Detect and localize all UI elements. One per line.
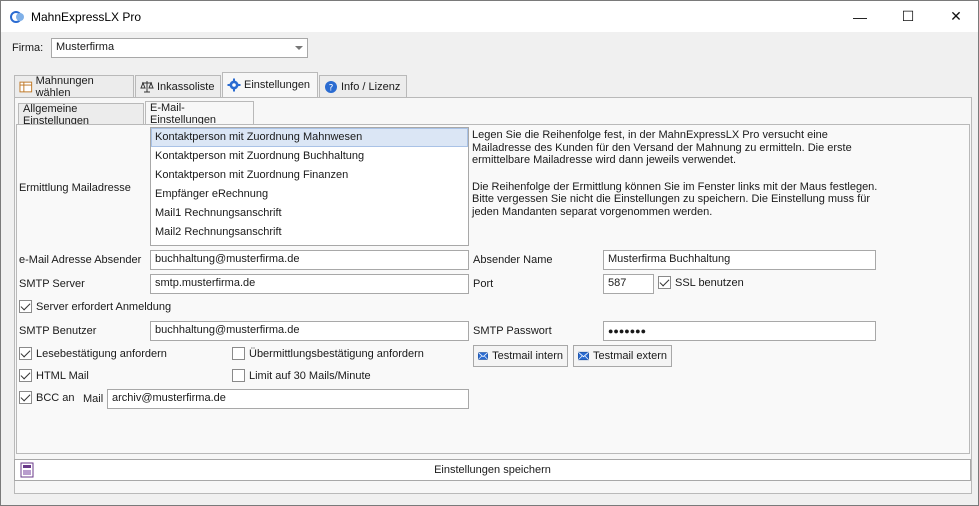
smtp-user-input[interactable]: buchhaltung@musterfirma.de <box>150 321 469 341</box>
html-mail-label: HTML Mail <box>36 369 89 382</box>
info-paragraph-2: Die Reihenfolge der Ermittlung können Si… <box>472 180 878 218</box>
firma-value: Musterfirma <box>56 41 115 53</box>
bcc-mail-input[interactable]: archiv@musterfirma.de <box>107 389 469 409</box>
port-label: Port <box>473 278 494 290</box>
list-item[interactable]: Kontaktperson mit Zuordnung Finanzen <box>151 166 468 185</box>
save-settings-label: Einstellungen speichern <box>434 464 551 476</box>
ermittlung-info-text: Legen Sie die Reihenfolge fest, in der M… <box>472 129 882 232</box>
html-mail-checkbox[interactable]: HTML Mail <box>19 369 89 382</box>
subtab-allgemein-label: Allgemeine Einstellungen <box>23 102 90 127</box>
uebermittlung-label: Übermittlungsbestätigung anfordern <box>249 347 424 360</box>
list-item[interactable]: Empfänger eRechnung <box>151 185 468 204</box>
limit-checkbox-box[interactable] <box>232 369 245 382</box>
limit-checkbox[interactable]: Limit auf 30 Mails/Minute <box>232 369 371 382</box>
save-settings-button[interactable]: Einstellungen speichern <box>14 459 971 481</box>
mailadresse-order-list[interactable]: Kontaktperson mit Zuordnung Mahnwesen Ko… <box>150 127 469 246</box>
uebermittlung-checkbox[interactable]: Übermittlungsbestätigung anfordern <box>232 347 424 360</box>
absender-email-input[interactable]: buchhaltung@musterfirma.de <box>150 250 469 270</box>
smtp-password-input[interactable]: ●●●●●●● <box>603 321 876 341</box>
title-bar: MahnExpressLX Pro — ☐ ✕ <box>1 1 978 32</box>
smtp-server-input[interactable]: smtp.musterfirma.de <box>150 274 469 294</box>
tab-einstellungen[interactable]: Einstellungen <box>222 72 318 97</box>
anmeldung-checkbox-label: Server erfordert Anmeldung <box>36 300 172 313</box>
minimize-button[interactable]: — <box>837 1 883 32</box>
gear-icon <box>227 78 241 92</box>
testmail-extern-label: Testmail extern <box>593 350 667 362</box>
mail-icon <box>478 352 489 360</box>
bcc-checkbox[interactable]: BCC an <box>19 391 75 404</box>
uebermittlung-checkbox-box[interactable] <box>232 347 245 360</box>
testmail-intern-label: Testmail intern <box>492 350 563 362</box>
bcc-mail-label: Mail <box>83 393 104 405</box>
ssl-checkbox-box[interactable] <box>658 276 671 289</box>
absender-name-label: Absender Name <box>473 254 553 266</box>
tab-inkassoliste-label: Inkassoliste <box>157 80 215 93</box>
html-mail-checkbox-box[interactable] <box>19 369 32 382</box>
bcc-checkbox-box[interactable] <box>19 391 32 404</box>
port-input[interactable]: 587 <box>603 274 654 294</box>
tab-inkassoliste[interactable]: Inkassoliste <box>135 75 221 97</box>
subtab-allgemein[interactable]: Allgemeine Einstellungen <box>18 102 144 127</box>
firma-label: Firma: <box>12 42 44 54</box>
subtab-email-label: E-Mail-Einstellungen <box>150 102 217 126</box>
limit-label: Limit auf 30 Mails/Minute <box>249 369 371 382</box>
close-button[interactable]: ✕ <box>933 1 979 32</box>
smtp-server-label: SMTP Server <box>19 278 85 290</box>
main-window: MahnExpressLX Pro — ☐ ✕ Firma: Musterfir… <box>0 0 979 506</box>
absender-name-input[interactable]: Musterfirma Buchhaltung <box>603 250 876 270</box>
list-item[interactable]: Kontaktperson mit Zuordnung Buchhaltung <box>151 147 468 166</box>
scales-icon <box>140 80 154 92</box>
smtp-pass-label: SMTP Passwort <box>473 325 552 337</box>
info-paragraph-1: Legen Sie die Reihenfolge fest, in der M… <box>472 129 852 166</box>
mail-icon <box>578 351 590 361</box>
lesebestaetigung-label: Lesebestätigung anfordern <box>36 347 167 360</box>
ermittlung-label: Ermittlung Mailadresse <box>19 182 131 194</box>
tab-info-label: Info / Lizenz <box>341 80 401 93</box>
tab-info-lizenz[interactable]: ? Info / Lizenz <box>319 75 407 97</box>
help-icon: ? <box>325 80 337 93</box>
testmail-intern-button[interactable]: Testmail intern <box>473 345 568 367</box>
window-title: MahnExpressLX Pro <box>31 10 142 24</box>
chevron-down-icon <box>295 46 303 50</box>
lesebestaetigung-checkbox[interactable]: Lesebestätigung anfordern <box>19 347 167 360</box>
ssl-checkbox[interactable]: SSL benutzen <box>658 276 744 289</box>
tab-mahnungen-label: Mahnungen wählen <box>35 74 94 99</box>
app-logo-icon <box>10 11 24 23</box>
list-item[interactable]: Mail2 Rechnungsanschrift <box>151 223 468 242</box>
maximize-button[interactable]: ☐ <box>885 1 931 32</box>
firma-dropdown[interactable]: Musterfirma <box>51 38 308 58</box>
subtab-email[interactable]: E-Mail-Einstellungen <box>145 101 254 126</box>
ssl-checkbox-label: SSL benutzen <box>675 276 744 289</box>
anmeldung-checkbox[interactable]: Server erfordert Anmeldung <box>19 300 171 313</box>
testmail-extern-button[interactable]: Testmail extern <box>573 345 672 367</box>
tab-mahnungen[interactable]: Mahnungen wählen <box>14 74 134 99</box>
list-item[interactable]: Kontaktperson mit Zuordnung Mahnwesen <box>151 128 468 147</box>
tab-einstellungen-label: Einstellungen <box>244 79 311 91</box>
svg-text:?: ? <box>329 83 334 93</box>
bcc-label: BCC an <box>36 391 75 404</box>
anmeldung-checkbox-box[interactable] <box>19 300 32 313</box>
smtp-user-label: SMTP Benutzer <box>19 325 97 337</box>
absender-label: e-Mail Adresse Absender <box>19 254 142 266</box>
list-item[interactable]: Mail1 Rechnungsanschrift <box>151 204 468 223</box>
table-icon <box>19 81 33 92</box>
lesebestaetigung-checkbox-box[interactable] <box>19 347 32 360</box>
